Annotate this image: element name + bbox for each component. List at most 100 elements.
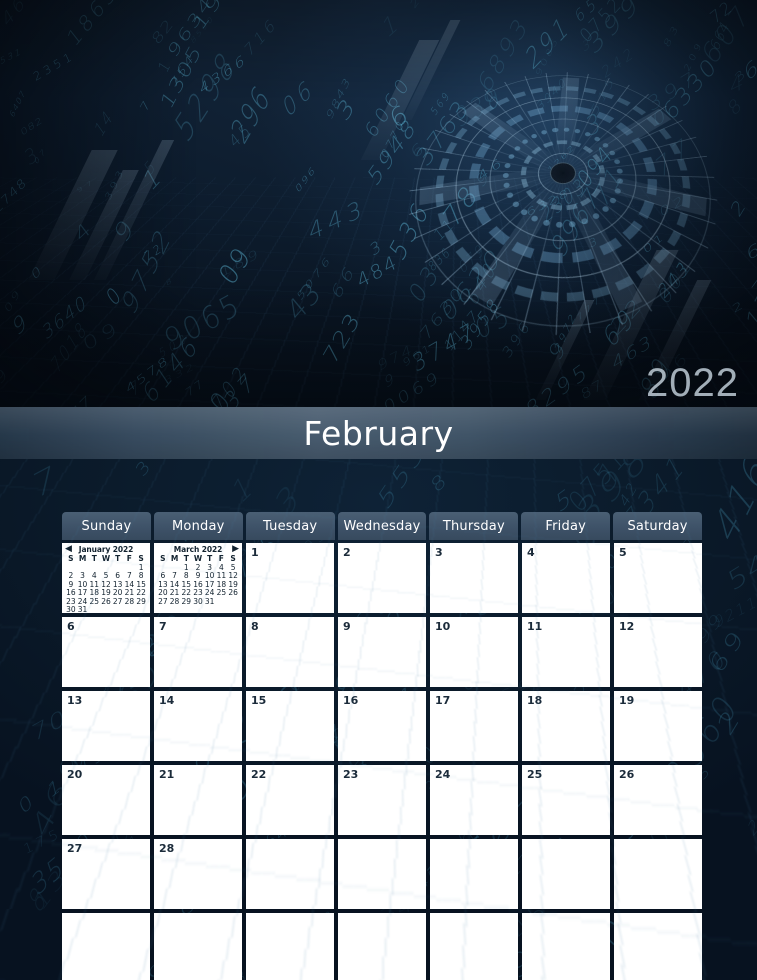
mini-weekday-initial: T — [115, 554, 121, 563]
mini-day-cell — [227, 598, 239, 607]
next-month-arrow-icon[interactable]: ▶ — [232, 545, 239, 554]
mini-day-cell: 29 — [136, 596, 146, 606]
day-number: 11 — [527, 620, 543, 633]
day-cell-12[interactable]: 12 — [614, 617, 702, 687]
month-title: February — [303, 413, 454, 453]
mini-day-cell: 25 — [89, 596, 100, 606]
day-number: 26 — [619, 768, 635, 781]
calendar-page: 2351707707028295189364087238363606023030… — [0, 0, 757, 980]
day-number: 18 — [527, 694, 543, 707]
day-number: 23 — [343, 768, 359, 781]
weekday-header-saturday: Saturday — [613, 512, 702, 540]
day-cell-16[interactable]: 16 — [338, 691, 426, 761]
mini-day-cell: 27 — [112, 596, 123, 606]
day-number: 12 — [619, 620, 635, 633]
day-cell-empty[interactable] — [522, 839, 610, 909]
day-number: 2 — [343, 546, 351, 559]
day-cell-5[interactable]: 5 — [614, 543, 702, 613]
mini-weekday-initial: M — [170, 554, 179, 563]
day-cell-26[interactable]: 26 — [614, 765, 702, 835]
day-cell-27[interactable]: 27 — [62, 839, 150, 909]
mini-day-cell — [216, 598, 228, 607]
calendar-grid: Sunday Monday Tuesday Wednesday Thursday Frid… — [62, 512, 702, 980]
month-banner: February — [0, 407, 757, 459]
calendar-week-row: ◀January 2022◀SMTWTFS1234567891011121314… — [62, 543, 702, 613]
weekday-header-monday: Monday — [153, 512, 243, 540]
day-cell-13[interactable]: 13 — [62, 691, 150, 761]
day-number: 28 — [159, 842, 175, 855]
day-cell-empty[interactable] — [246, 913, 334, 980]
day-cell-empty[interactable] — [62, 913, 150, 980]
day-cell-28[interactable]: 28 — [154, 839, 242, 909]
day-cell-7[interactable]: 7 — [154, 617, 242, 687]
mini-calendar-march: ▶March 2022▶SMTWTFS123456789101112131415… — [157, 545, 239, 606]
day-cell-empty[interactable] — [614, 913, 702, 980]
day-cell-18[interactable]: 18 — [522, 691, 610, 761]
day-number: 24 — [435, 768, 451, 781]
mini-day-cell — [135, 606, 147, 613]
day-number: 7 — [159, 620, 167, 633]
day-cell-empty[interactable] — [246, 839, 334, 909]
day-number: 3 — [435, 546, 443, 559]
day-cell-empty[interactable] — [430, 839, 518, 909]
hero-vignette — [0, 0, 757, 408]
day-cell-6[interactable]: 6 — [62, 617, 150, 687]
day-cell-3[interactable]: 3 — [430, 543, 518, 613]
mini-day-cell — [124, 606, 136, 613]
day-cell-empty[interactable] — [338, 839, 426, 909]
day-number: 25 — [527, 768, 543, 781]
day-cell-19[interactable]: 19 — [614, 691, 702, 761]
day-cell-25[interactable]: 25 — [522, 765, 610, 835]
day-cell-14[interactable]: 14 — [154, 691, 242, 761]
day-cell-15[interactable]: 15 — [246, 691, 334, 761]
day-cell-empty[interactable] — [430, 913, 518, 980]
day-cell-24[interactable]: 24 — [430, 765, 518, 835]
weekday-header-friday: Friday — [521, 512, 611, 540]
day-cell-2[interactable]: 2 — [338, 543, 426, 613]
day-number: 1 — [251, 546, 259, 559]
day-cell-22[interactable]: 22 — [246, 765, 334, 835]
day-cell-23[interactable]: 23 — [338, 765, 426, 835]
day-number: 16 — [343, 694, 359, 707]
mini-weekday-initial: T — [91, 554, 97, 563]
mini-day-cell: 26 — [228, 588, 238, 598]
day-number: 5 — [619, 546, 627, 559]
day-cell-17[interactable]: 17 — [430, 691, 518, 761]
day-cell-empty[interactable] — [154, 913, 242, 980]
day-cell-empty[interactable] — [522, 913, 610, 980]
mini-day-cell: 31 — [204, 596, 215, 606]
mini-day-cell: 28 — [169, 596, 180, 606]
day-cell-10[interactable]: 10 — [430, 617, 518, 687]
day-cell-20[interactable]: 20 — [62, 765, 150, 835]
day-cell-empty[interactable] — [614, 839, 702, 909]
calendar-week-row: 27 28 — [62, 839, 702, 909]
day-cell-1[interactable]: 1 — [246, 543, 334, 613]
mini-day-cell: 29 — [181, 596, 192, 606]
day-cell-9[interactable]: 9 — [338, 617, 426, 687]
prev-month-arrow-icon[interactable]: ◀ — [65, 545, 72, 554]
day-cell-empty[interactable]: ▶March 2022▶SMTWTFS123456789101112131415… — [154, 543, 242, 613]
weekday-header-thursday: Thursday — [429, 512, 519, 540]
mini-week-row: 27 28 29 30 31 — [157, 596, 239, 607]
calendar-week-row: 13 14 15 16 17 18 19 — [62, 691, 702, 761]
day-number: 17 — [435, 694, 451, 707]
day-cell-21[interactable]: 21 — [154, 765, 242, 835]
mini-calendar-table: S M T W T F S 1 2 3 4 5 6 7 8 9 10 11 12 13 14 15 16 17 18 19 20 21… — [157, 554, 239, 607]
mini-day-cell: 26 — [101, 596, 111, 606]
day-cell-empty[interactable]: ◀January 2022◀SMTWTFS1234567891011121314… — [62, 543, 150, 613]
mini-day-cell — [112, 606, 124, 613]
day-number: 10 — [435, 620, 451, 633]
day-cell-11[interactable]: 11 — [522, 617, 610, 687]
calendar-week-row — [62, 913, 702, 980]
mini-weekday-initial: S — [68, 554, 74, 563]
mini-weekday-initial: S — [160, 554, 166, 563]
day-number: 20 — [67, 768, 83, 781]
day-cell-8[interactable]: 8 — [246, 617, 334, 687]
calendar-weeks: ◀January 2022◀SMTWTFS1234567891011121314… — [62, 543, 702, 980]
day-number: 9 — [343, 620, 351, 633]
day-cell-4[interactable]: 4 — [522, 543, 610, 613]
mini-day-cell: 30 — [66, 605, 76, 613]
day-cell-empty[interactable] — [338, 913, 426, 980]
weekday-header-wednesday: Wednesday — [337, 512, 427, 540]
mini-weekday-initial: F — [126, 554, 132, 563]
